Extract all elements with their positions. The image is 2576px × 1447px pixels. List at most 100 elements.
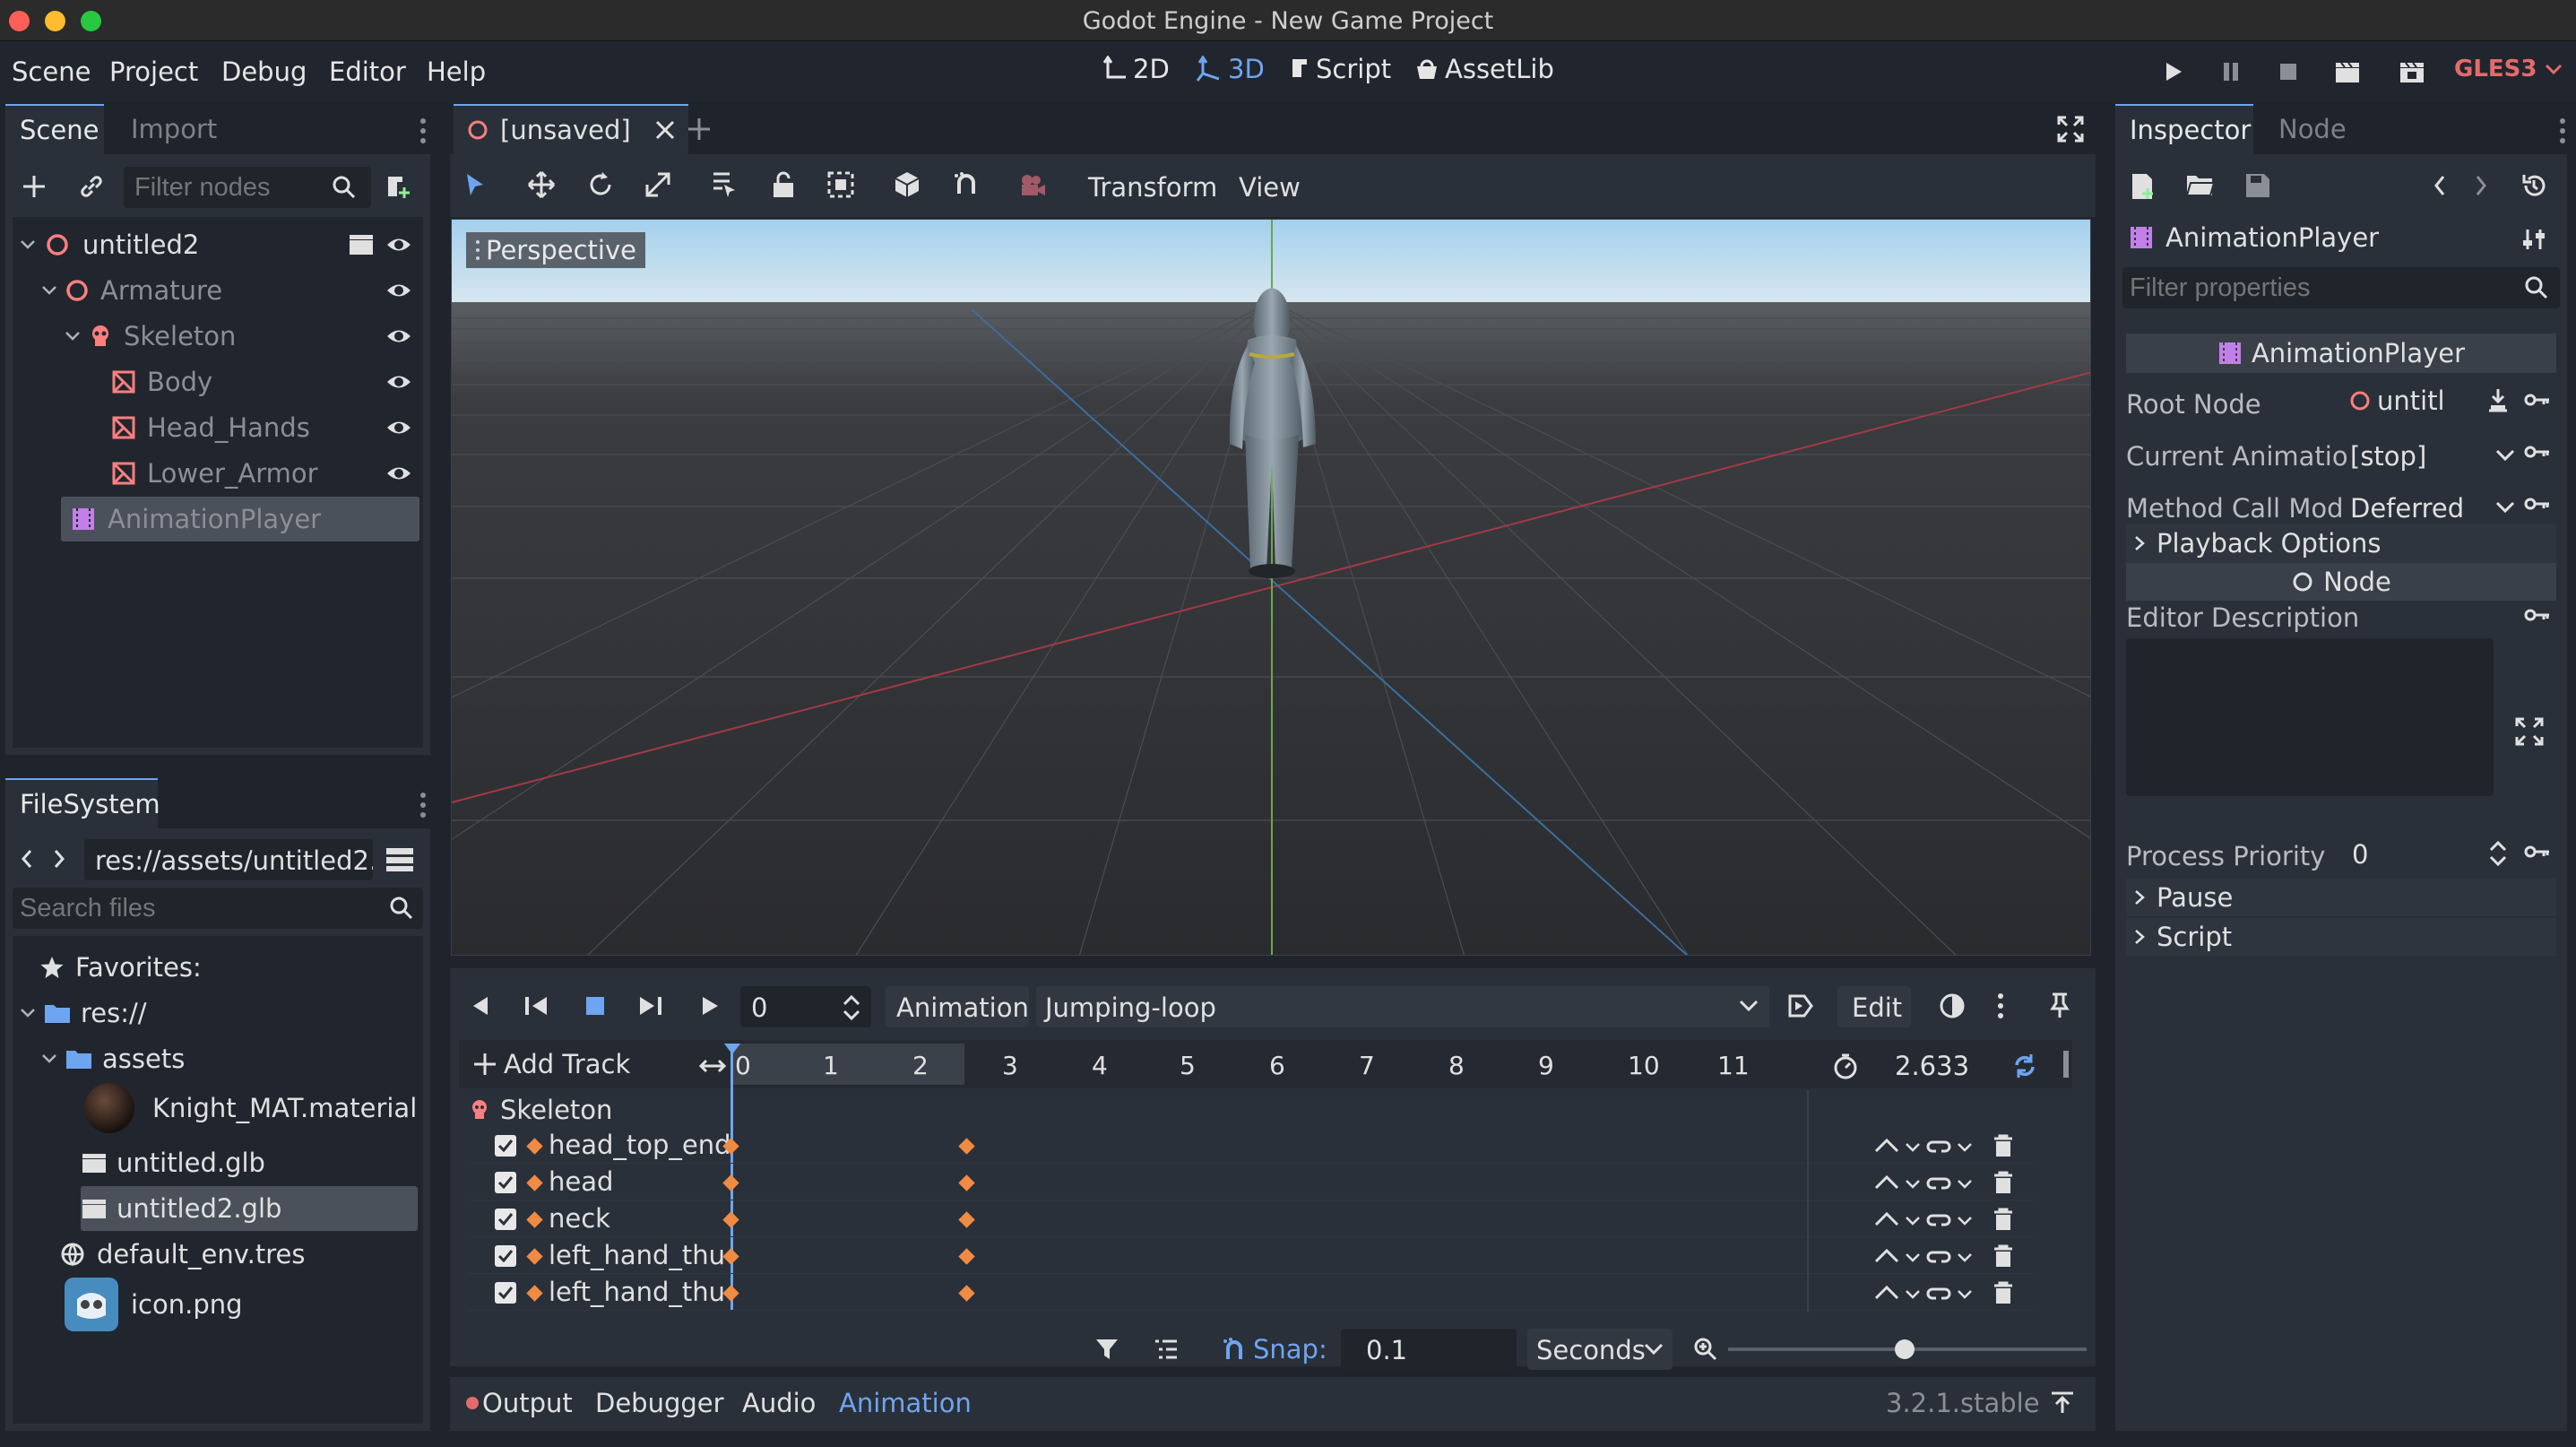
visibility-eye-icon[interactable] xyxy=(385,416,412,439)
move-tool-button[interactable] xyxy=(522,165,561,204)
workspace-3d-button[interactable]: 3D xyxy=(1196,54,1265,84)
close-icon[interactable] xyxy=(654,119,676,141)
interpolation-icon[interactable] xyxy=(1873,1280,1900,1305)
chevron-down-icon[interactable] xyxy=(1956,1243,1974,1269)
filter-nodes-input[interactable] xyxy=(134,172,323,203)
track-group-skeleton[interactable]: Skeleton xyxy=(468,1092,612,1128)
play-from-start-button[interactable] xyxy=(635,990,667,1022)
lock-button[interactable] xyxy=(764,165,803,204)
perspective-menu[interactable]: Perspective xyxy=(466,232,645,268)
dock-menu-icon[interactable] xyxy=(418,789,428,821)
add-track-button[interactable]: Add Track xyxy=(471,1049,630,1079)
trash-icon[interactable] xyxy=(1990,1133,2017,1158)
tree-item-animationplayer[interactable]: AnimationPlayer xyxy=(61,497,419,542)
folder-assets[interactable]: assets xyxy=(39,1036,185,1081)
track-options[interactable] xyxy=(1873,1207,2017,1232)
visibility-eye-icon[interactable] xyxy=(385,233,412,256)
local-space-button[interactable] xyxy=(887,165,927,204)
rotate-tool-button[interactable] xyxy=(581,165,620,204)
back-button[interactable] xyxy=(16,843,38,875)
track-enabled-checkbox[interactable] xyxy=(495,1209,516,1230)
select-tool-button[interactable] xyxy=(455,165,495,204)
track-enabled-checkbox[interactable] xyxy=(495,1245,516,1267)
onion-skin-button[interactable] xyxy=(1936,990,1968,1022)
assign-node-icon[interactable] xyxy=(2486,387,2510,414)
process-priority-spinbox[interactable]: 0 xyxy=(2341,832,2515,873)
menu-debug[interactable]: Debug xyxy=(221,56,307,87)
camera-preview-button[interactable] xyxy=(1013,165,1052,204)
interpolation-icon[interactable] xyxy=(1873,1133,1900,1158)
tab-filesystem[interactable]: FileSystem xyxy=(5,778,160,828)
tree-item-lower-armor[interactable]: Lower_Armor xyxy=(16,451,419,496)
keyframe[interactable] xyxy=(958,1248,975,1265)
tree-item-body[interactable]: Body xyxy=(16,360,419,404)
track-options[interactable] xyxy=(1873,1243,2017,1269)
revert-key-icon[interactable] xyxy=(2524,493,2551,515)
chevron-down-icon[interactable] xyxy=(1904,1170,1922,1195)
revert-key-icon[interactable] xyxy=(2524,604,2551,626)
dock-menu-icon[interactable] xyxy=(418,115,428,147)
chevron-down-icon[interactable] xyxy=(1956,1207,1974,1232)
play-custom-scene-button[interactable] xyxy=(2397,56,2427,88)
loop-wrap-icon[interactable] xyxy=(1925,1280,1952,1305)
current-animation-prop-value[interactable]: [stop] xyxy=(2350,441,2426,472)
track-row[interactable]: left_hand_thu xyxy=(468,1238,2035,1274)
script-section[interactable]: Script xyxy=(2126,918,2556,956)
snap-button[interactable] xyxy=(947,165,986,204)
play-backwards-button[interactable] xyxy=(520,990,552,1022)
loop-wrap-icon[interactable] xyxy=(1925,1207,1952,1232)
list-select-button[interactable] xyxy=(705,165,744,204)
open-folder-icon[interactable] xyxy=(2185,172,2216,199)
play-animation-button[interactable] xyxy=(694,990,726,1022)
chevron-down-icon[interactable] xyxy=(1904,1133,1922,1158)
interpolation-icon[interactable] xyxy=(1873,1243,1900,1269)
keyframe[interactable] xyxy=(722,1211,739,1228)
playback-options-section[interactable]: Playback Options xyxy=(2126,524,2556,563)
history-icon[interactable] xyxy=(2520,172,2547,199)
tree-item-skeleton[interactable]: Skeleton xyxy=(16,314,419,359)
new-scene-tab-button[interactable] xyxy=(683,113,715,145)
play-scene-button[interactable] xyxy=(2332,56,2363,88)
transform-menu[interactable]: Transform xyxy=(1088,172,1217,203)
tree-item-armature[interactable]: Armature xyxy=(16,268,419,313)
chevron-down-icon[interactable] xyxy=(2495,448,2515,463)
track-enabled-checkbox[interactable] xyxy=(495,1282,516,1304)
chevron-down-icon[interactable] xyxy=(1904,1280,1922,1305)
3d-viewport[interactable]: Perspective xyxy=(451,219,2091,956)
expand-panel-icon[interactable] xyxy=(2049,1390,2076,1417)
play-backwards-from-end-button[interactable] xyxy=(464,990,497,1022)
track-options[interactable] xyxy=(1873,1280,2017,1305)
loop-wrap-icon[interactable] xyxy=(1925,1133,1952,1158)
tree-item-head-hands[interactable]: Head_Hands xyxy=(16,405,419,450)
toggle-split-button[interactable] xyxy=(382,841,418,877)
interpolation-icon[interactable] xyxy=(1873,1207,1900,1232)
favorites-item[interactable]: Favorites: xyxy=(39,945,202,990)
visibility-eye-icon[interactable] xyxy=(385,325,412,348)
trash-icon[interactable] xyxy=(1990,1280,2017,1305)
chevron-down-icon[interactable] xyxy=(1956,1280,1974,1305)
trash-icon[interactable] xyxy=(1990,1243,2017,1269)
instance-scene-button[interactable] xyxy=(75,170,108,203)
distraction-free-button[interactable] xyxy=(2054,113,2087,145)
workspace-2d-button[interactable]: 2D xyxy=(1102,54,1170,84)
revert-key-icon[interactable] xyxy=(2524,389,2551,411)
view-group-icon[interactable] xyxy=(1153,1336,1180,1363)
search-files-field[interactable] xyxy=(13,888,423,929)
pin-panel-button[interactable] xyxy=(2044,990,2076,1022)
new-resource-icon[interactable] xyxy=(2130,172,2157,201)
animation-length-field[interactable]: 2.633 xyxy=(1868,1044,1979,1085)
chevron-left-icon[interactable] xyxy=(2433,174,2447,197)
file-untitled2-glb[interactable]: untitled2.glb xyxy=(81,1186,418,1231)
menu-editor[interactable]: Editor xyxy=(329,56,406,87)
file-knight-material[interactable]: Knight_MAT.material xyxy=(84,1081,417,1135)
keyframe[interactable] xyxy=(722,1248,739,1265)
search-files-input[interactable] xyxy=(20,893,360,923)
root-node-value[interactable]: untitl xyxy=(2341,380,2499,421)
chevron-right-icon[interactable] xyxy=(2474,174,2488,197)
track-options[interactable] xyxy=(1873,1170,2017,1195)
trash-icon[interactable] xyxy=(1990,1170,2017,1195)
visibility-eye-icon[interactable] xyxy=(385,279,412,302)
chevron-down-icon[interactable] xyxy=(2495,500,2515,515)
menu-project[interactable]: Project xyxy=(109,56,198,87)
tab-scene[interactable]: Scene xyxy=(5,104,104,154)
